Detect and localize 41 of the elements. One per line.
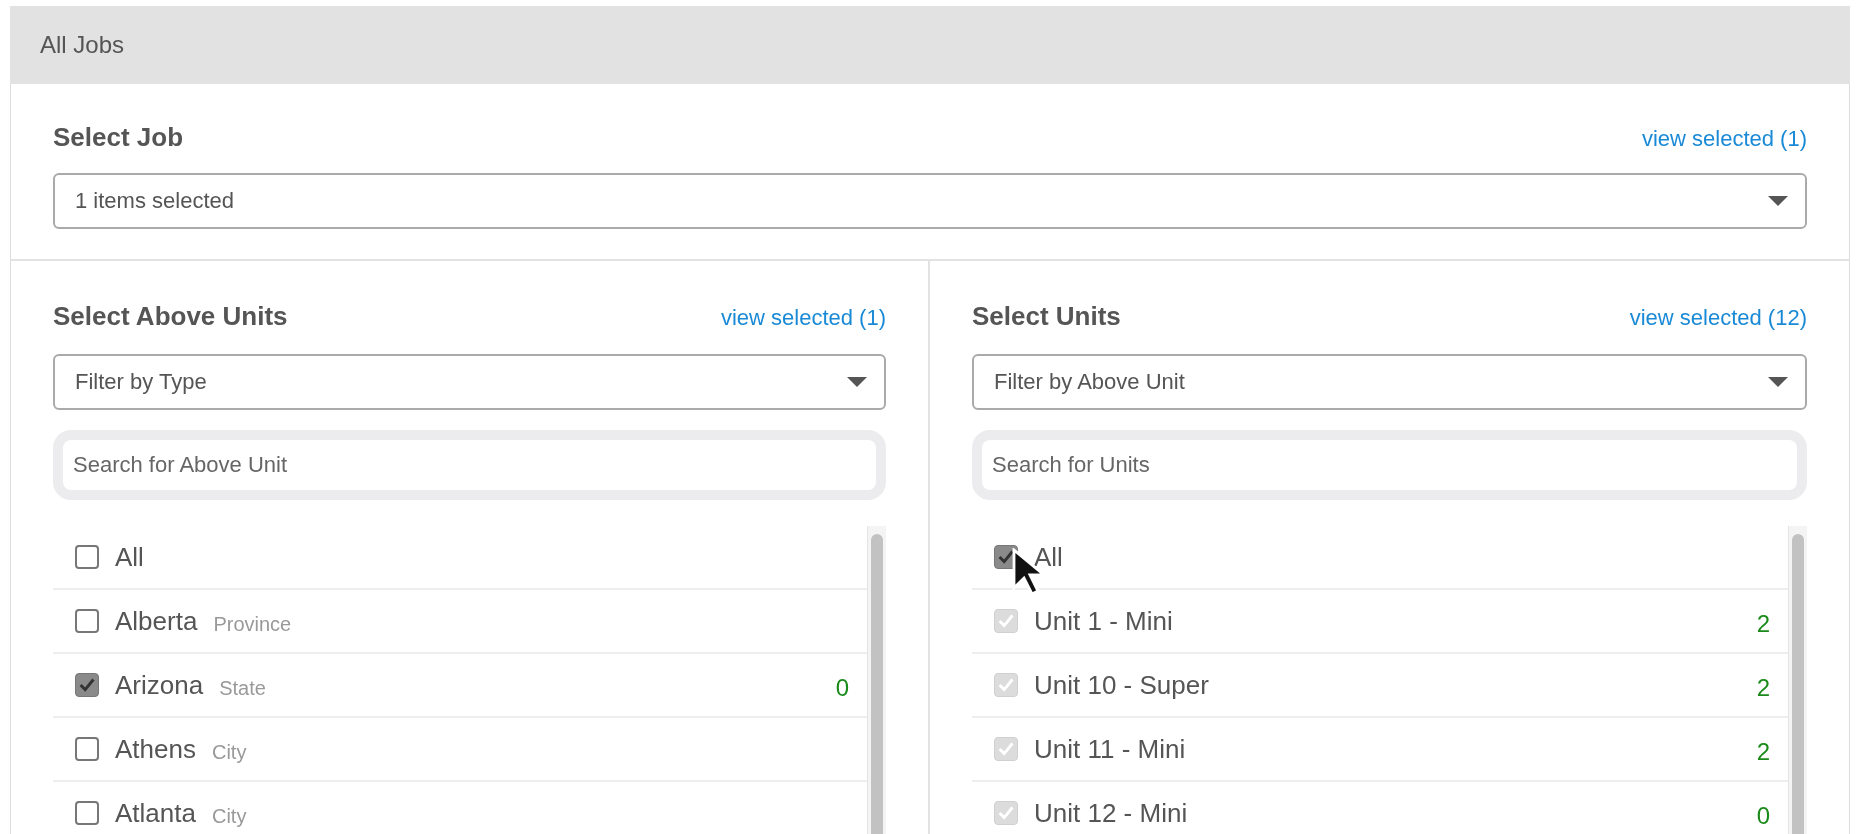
item-count: 0 <box>1756 802 1770 830</box>
item-type: Province <box>213 612 292 636</box>
item-count: 2 <box>1756 738 1770 766</box>
caret-icon <box>1767 376 1789 388</box>
caret-icon <box>1767 195 1789 207</box>
item-label: Unit 10 - Super <box>1034 669 1209 701</box>
section-title: Select Job <box>53 122 184 153</box>
section-title: Select Units <box>972 301 1121 332</box>
item-count: 2 <box>1756 674 1770 702</box>
item-label: Unit 11 - Mini <box>1034 733 1186 765</box>
checkbox[interactable] <box>75 609 99 633</box>
scrollbar-thumb[interactable] <box>1792 534 1804 834</box>
checkbox[interactable] <box>75 737 99 761</box>
item-label: Unit 1 - Mini <box>1034 605 1173 637</box>
item-label: All <box>115 541 144 573</box>
view-selected-link[interactable]: view selected (1) <box>1641 126 1807 152</box>
section-title: Select Above Units <box>53 301 288 332</box>
item-label: Atlanta <box>115 797 196 829</box>
scrollbar-thumb[interactable] <box>871 534 883 834</box>
caret-icon <box>846 376 868 388</box>
view-selected-link[interactable]: view selected (1) <box>720 305 886 331</box>
dropdown[interactable]: 1 items selected <box>53 173 1807 229</box>
item-count: 0 <box>835 674 849 702</box>
item-label: Athens <box>115 733 196 765</box>
checkbox[interactable] <box>75 673 99 697</box>
panel-header: All Jobs <box>10 6 1850 84</box>
item-type: City <box>211 740 247 764</box>
checkbox[interactable] <box>75 545 99 569</box>
checkbox[interactable] <box>75 801 99 825</box>
item-label: All <box>1034 541 1063 573</box>
item-type: City <box>211 804 247 828</box>
view-selected-link[interactable]: view selected (12) <box>1629 305 1807 331</box>
item-label: Alberta <box>115 605 198 637</box>
search-field[interactable]: Search for Above Unit <box>53 430 886 500</box>
item-type: State <box>219 676 266 700</box>
item-label: Arizona <box>115 669 204 701</box>
search-field[interactable]: Search for Units <box>972 430 1807 500</box>
item-count: 2 <box>1756 610 1770 638</box>
item-label: Unit 12 - Mini <box>1034 797 1188 829</box>
dropdown[interactable]: Filter by Above Unit <box>972 354 1807 410</box>
dropdown[interactable]: Filter by Type <box>53 354 886 410</box>
